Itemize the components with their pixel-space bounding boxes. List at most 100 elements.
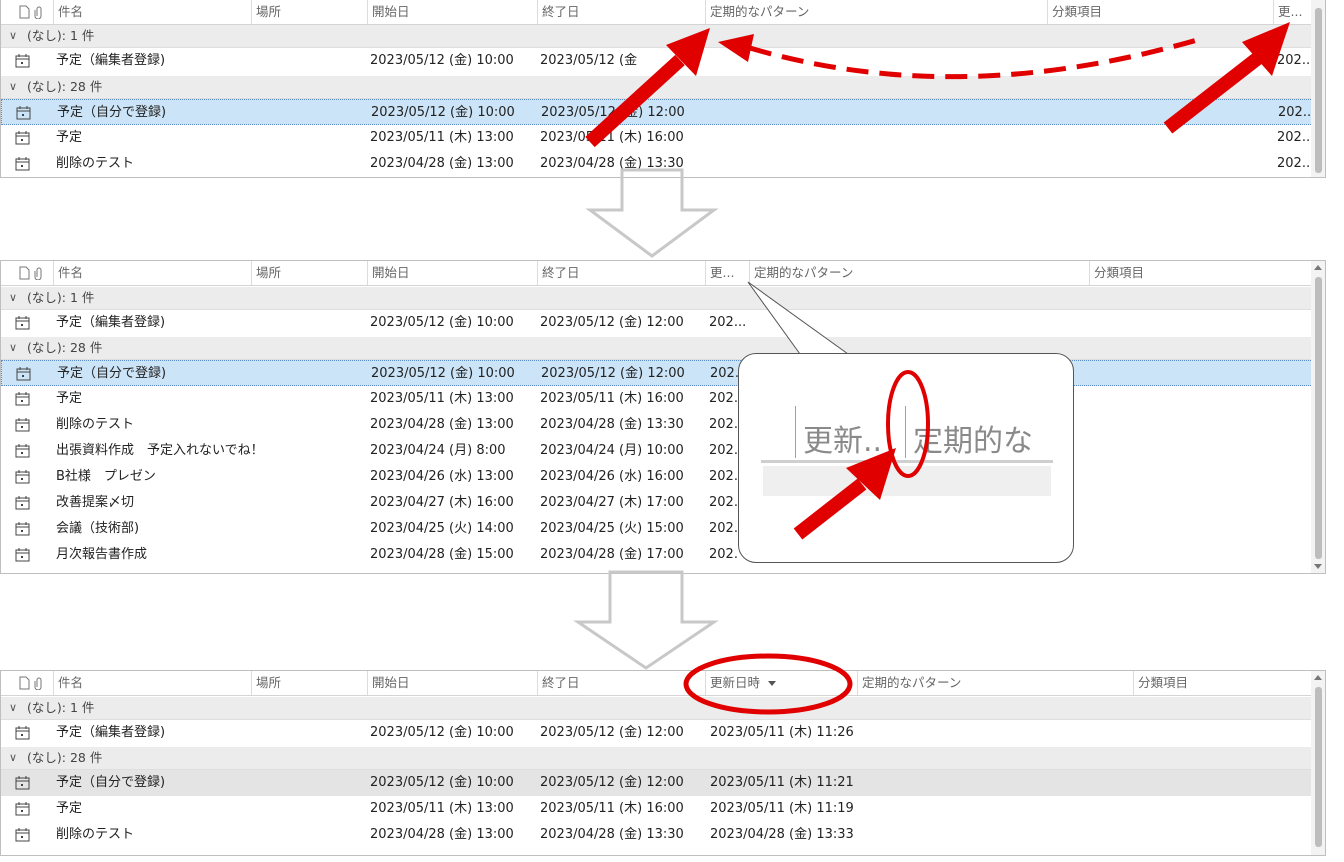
table-row[interactable]: 月次報告書作成 2023/04/28 (金) 15:00 2023/04/28 … xyxy=(1,542,1325,568)
table-row[interactable]: B社様 プレゼン 2023/04/26 (水) 13:00 2023/04/26… xyxy=(1,464,1325,490)
header-icon-columns xyxy=(19,266,42,280)
cell-end: 2023/05/11 (木) 16:00 xyxy=(540,801,684,816)
column-location[interactable]: 場所 xyxy=(251,0,367,24)
chevron-down-icon[interactable]: ∨ xyxy=(9,76,17,98)
calendar-icon xyxy=(15,54,30,68)
column-header-row: 件名 場所 開始日 終了日 更... 定期的なパターン 分類項目 xyxy=(1,261,1325,286)
cell-start: 2023/04/28 (金) 13:00 xyxy=(370,417,514,432)
calendar-icon xyxy=(15,316,30,330)
group-header[interactable]: ∨ (なし): 28 件 xyxy=(1,337,1325,360)
cell-start: 2023/05/12 (金) 10:00 xyxy=(370,725,514,740)
cell-modified: 2023/04/28 (金) 13:33 xyxy=(710,827,854,842)
cell-subject: 予定 xyxy=(56,130,83,145)
scroll-down-icon[interactable] xyxy=(1314,564,1322,569)
scroll-up-icon[interactable] xyxy=(1314,265,1322,270)
calendar-icon xyxy=(16,106,31,120)
column-recurrence[interactable]: 定期的なパターン xyxy=(857,671,1133,695)
table-row[interactable]: 予定（編集者登録) 2023/05/12 (金) 10:00 2023/05/1… xyxy=(1,310,1325,336)
column-subject[interactable]: 件名 xyxy=(53,671,251,695)
group-label: (なし): 28 件 xyxy=(27,750,103,765)
column-end[interactable]: 終了日 xyxy=(537,671,705,695)
table-row[interactable]: 改善提案〆切 2023/04/27 (木) 16:00 2023/04/27 (… xyxy=(1,490,1325,516)
column-modified[interactable]: 更新日時 xyxy=(705,671,857,695)
cell-modified: 202. xyxy=(709,521,738,536)
calendar-icon xyxy=(15,392,30,406)
group-header[interactable]: ∨ (なし): 1 件 xyxy=(1,697,1325,720)
cell-subject: 削除のテスト xyxy=(56,156,135,171)
table-row-selected[interactable]: 予定（自分で登録) 2023/05/12 (金) 10:00 2023/05/1… xyxy=(1,770,1325,796)
cell-modified: 202... xyxy=(1277,130,1315,145)
cell-subject: 予定 xyxy=(56,801,83,816)
down-arrow-icon xyxy=(585,168,719,258)
chevron-down-icon[interactable]: ∨ xyxy=(9,287,17,309)
cell-modified: 2023/05/11 (木) 11:19 xyxy=(710,801,854,816)
table-row[interactable]: 予定 2023/05/11 (木) 13:00 2023/05/11 (木) 1… xyxy=(1,125,1325,151)
group-header[interactable]: ∨ (なし): 1 件 xyxy=(1,25,1325,48)
calendar-icon xyxy=(15,418,30,432)
table-row-selected[interactable]: 予定（自分で登録) 2023/05/12 (金) 10:00 2023/05/1… xyxy=(1,99,1325,125)
cell-subject: B社様 プレゼン xyxy=(56,469,156,484)
cell-end: 2023/04/26 (水) 16:00 xyxy=(540,469,684,484)
vertical-scrollbar[interactable] xyxy=(1311,0,1325,177)
cell-modified: 202... xyxy=(1278,105,1316,120)
cell-start: 2023/04/26 (水) 13:00 xyxy=(370,469,514,484)
group-label: (なし): 28 件 xyxy=(27,340,103,355)
cell-start: 2023/04/27 (木) 16:00 xyxy=(370,495,514,510)
column-start[interactable]: 開始日 xyxy=(367,261,537,285)
cell-start: 2023/05/11 (木) 13:00 xyxy=(370,801,514,816)
cell-subject: 月次報告書作成 xyxy=(56,547,148,562)
table-row[interactable]: 会議（技術部) 2023/04/25 (火) 14:00 2023/04/25 … xyxy=(1,516,1325,542)
cell-subject: 会議（技術部) xyxy=(56,521,140,536)
calendar-icon xyxy=(15,776,30,790)
column-categories[interactable]: 分類項目 xyxy=(1133,671,1313,695)
column-start[interactable]: 開始日 xyxy=(367,0,537,24)
group-header[interactable]: ∨ (なし): 28 件 xyxy=(1,747,1325,770)
cell-end: 2023/04/28 (金) 13:30 xyxy=(540,156,684,171)
cell-end: 2023/04/24 (月) 10:00 xyxy=(540,443,684,458)
chevron-down-icon[interactable]: ∨ xyxy=(9,25,17,47)
column-end[interactable]: 終了日 xyxy=(537,261,705,285)
list-view-before: 件名 場所 開始日 終了日 定期的なパターン 分類項目 更... ∨ (なし):… xyxy=(0,0,1326,178)
cell-modified: 202. xyxy=(710,366,739,381)
table-row[interactable]: 削除のテスト 2023/04/28 (金) 13:00 2023/04/28 (… xyxy=(1,822,1325,848)
scroll-up-icon[interactable] xyxy=(1314,675,1322,680)
column-categories[interactable]: 分類項目 xyxy=(1089,261,1313,285)
table-row[interactable]: 予定 2023/05/11 (木) 13:00 2023/05/11 (木) 1… xyxy=(1,796,1325,822)
table-row[interactable]: 予定（編集者登録) 2023/05/12 (金) 10:00 2023/05/1… xyxy=(1,48,1325,74)
chevron-down-icon[interactable]: ∨ xyxy=(9,747,17,769)
calendar-icon xyxy=(15,828,30,842)
column-location[interactable]: 場所 xyxy=(251,671,367,695)
header-icon-columns xyxy=(19,676,42,690)
table-row[interactable]: 削除のテスト 2023/04/28 (金) 13:00 2023/04/28 (… xyxy=(1,151,1325,177)
cell-subject: 改善提案〆切 xyxy=(56,495,135,510)
cell-end: 2023/04/28 (金) 17:00 xyxy=(540,547,684,562)
column-categories[interactable]: 分類項目 xyxy=(1047,0,1273,24)
table-row[interactable]: 出張資料作成 予定入れないでね！ 2023/04/24 (月) 8:00 202… xyxy=(1,438,1325,464)
table-row[interactable]: 削除のテスト 2023/04/28 (金) 13:00 2023/04/28 (… xyxy=(1,412,1325,438)
column-subject[interactable]: 件名 xyxy=(53,261,251,285)
column-end[interactable]: 終了日 xyxy=(537,0,705,24)
chevron-down-icon[interactable]: ∨ xyxy=(9,697,17,719)
group-header[interactable]: ∨ (なし): 1 件 xyxy=(1,287,1325,310)
chevron-down-icon[interactable]: ∨ xyxy=(9,337,17,359)
group-header[interactable]: ∨ (なし): 28 件 xyxy=(1,76,1325,99)
column-modified-label: 更新日時 xyxy=(710,675,761,690)
table-row-selected[interactable]: 予定（自分で登録) 2023/05/12 (金) 10:00 2023/05/1… xyxy=(1,360,1325,386)
calendar-icon xyxy=(15,131,30,145)
column-recurrence[interactable]: 定期的なパターン xyxy=(705,0,1047,24)
vertical-scrollbar[interactable] xyxy=(1311,261,1325,573)
cell-subject: 予定（編集者登録) xyxy=(56,53,166,68)
calendar-icon xyxy=(15,444,30,458)
vertical-scrollbar[interactable] xyxy=(1311,671,1325,855)
cell-modified: 2023/05/11 (木) 11:26 xyxy=(710,725,854,740)
column-subject[interactable]: 件名 xyxy=(53,0,251,24)
table-row[interactable]: 予定 2023/05/11 (木) 13:00 2023/05/11 (木) 1… xyxy=(1,386,1325,412)
column-modified[interactable]: 更... xyxy=(1273,0,1313,24)
column-start[interactable]: 開始日 xyxy=(367,671,537,695)
column-location[interactable]: 場所 xyxy=(251,261,367,285)
table-row[interactable]: 予定（編集者登録) 2023/05/12 (金) 10:00 2023/05/1… xyxy=(1,720,1325,746)
cell-subject: 予定（自分で登録) xyxy=(57,105,167,120)
column-modified[interactable]: 更... xyxy=(705,261,749,285)
column-recurrence[interactable]: 定期的なパターン xyxy=(749,261,1089,285)
cell-modified: 202... xyxy=(1277,53,1315,68)
